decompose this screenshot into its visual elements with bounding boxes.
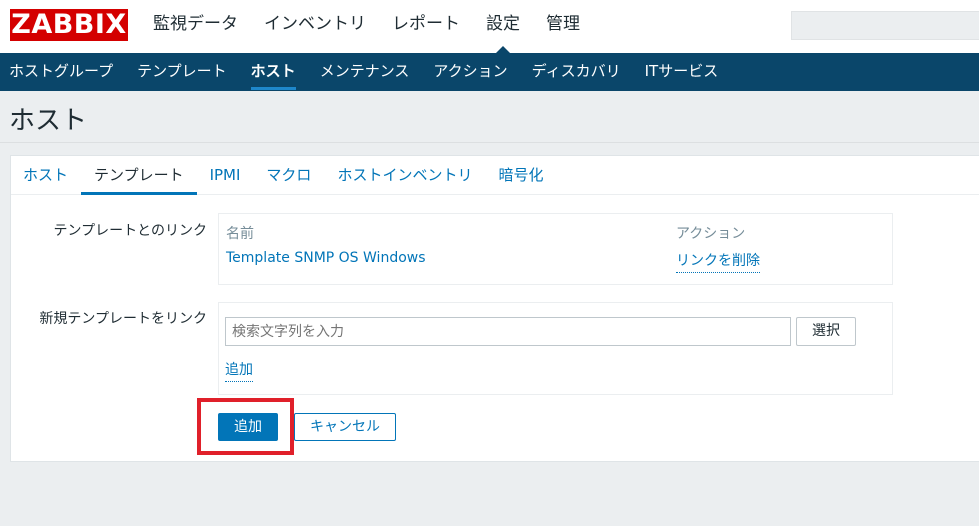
tab-macros[interactable]: マクロ	[253, 156, 324, 194]
subnav-hosts[interactable]: ホスト	[239, 53, 308, 91]
linked-templates-table: 名前 アクション Template SNMP OS Windows リンクを削除	[218, 213, 893, 285]
template-search-input[interactable]	[225, 317, 791, 346]
menu-reports[interactable]: レポート	[379, 0, 473, 53]
tab-host[interactable]: ホスト	[11, 156, 81, 194]
subnav-discovery[interactable]: ディスカバリ	[520, 53, 633, 91]
subnav-maintenance[interactable]: メンテナンス	[308, 53, 422, 91]
subnav-host-groups[interactable]: ホストグループ	[0, 53, 125, 91]
zabbix-logo[interactable]: ZABBIX	[10, 9, 128, 41]
form-tabs: ホスト テンプレート IPMI マクロ ホストインベントリ 暗号化	[11, 156, 979, 195]
linked-templates-label: テンプレートとのリンク	[53, 223, 207, 239]
column-header-action: アクション	[676, 226, 746, 242]
unlink-template-link[interactable]: リンクを削除	[676, 250, 760, 273]
select-template-button[interactable]: 選択	[796, 317, 856, 346]
main-menu: 監視データ インベントリ レポート 設定 管理	[140, 0, 593, 54]
host-form-panel: ホスト テンプレート IPMI マクロ ホストインベントリ 暗号化 テンプレート…	[10, 155, 979, 462]
tab-encryption[interactable]: 暗号化	[485, 156, 556, 194]
page-title: ホスト	[9, 106, 88, 136]
subnav-actions[interactable]: アクション	[421, 53, 519, 91]
new-template-box	[218, 302, 893, 395]
tab-host-inventory[interactable]: ホストインベントリ	[324, 156, 485, 194]
subnav-it-services[interactable]: ITサービス	[633, 53, 731, 91]
title-divider	[0, 142, 979, 143]
global-search-input[interactable]	[791, 11, 979, 40]
linked-template-name[interactable]: Template SNMP OS Windows	[226, 250, 426, 266]
subnav-templates[interactable]: テンプレート	[125, 53, 239, 91]
tab-ipmi[interactable]: IPMI	[197, 156, 254, 194]
column-header-name: 名前	[226, 226, 254, 242]
menu-monitoring[interactable]: 監視データ	[140, 0, 251, 53]
sub-nav: ホストグループ テンプレート ホスト メンテナンス アクション ディスカバリ I…	[0, 53, 979, 91]
menu-administration[interactable]: 管理	[533, 0, 593, 53]
add-button[interactable]: 追加	[218, 413, 278, 441]
cancel-button[interactable]: キャンセル	[294, 413, 396, 441]
add-template-link[interactable]: 追加	[225, 359, 253, 382]
menu-inventory[interactable]: インベントリ	[251, 0, 379, 53]
tab-templates[interactable]: テンプレート	[81, 156, 197, 195]
menu-configuration[interactable]: 設定	[473, 0, 533, 54]
top-bar: ZABBIX 監視データ インベントリ レポート 設定 管理	[0, 0, 979, 54]
new-template-label: 新規テンプレートをリンク	[39, 311, 207, 327]
